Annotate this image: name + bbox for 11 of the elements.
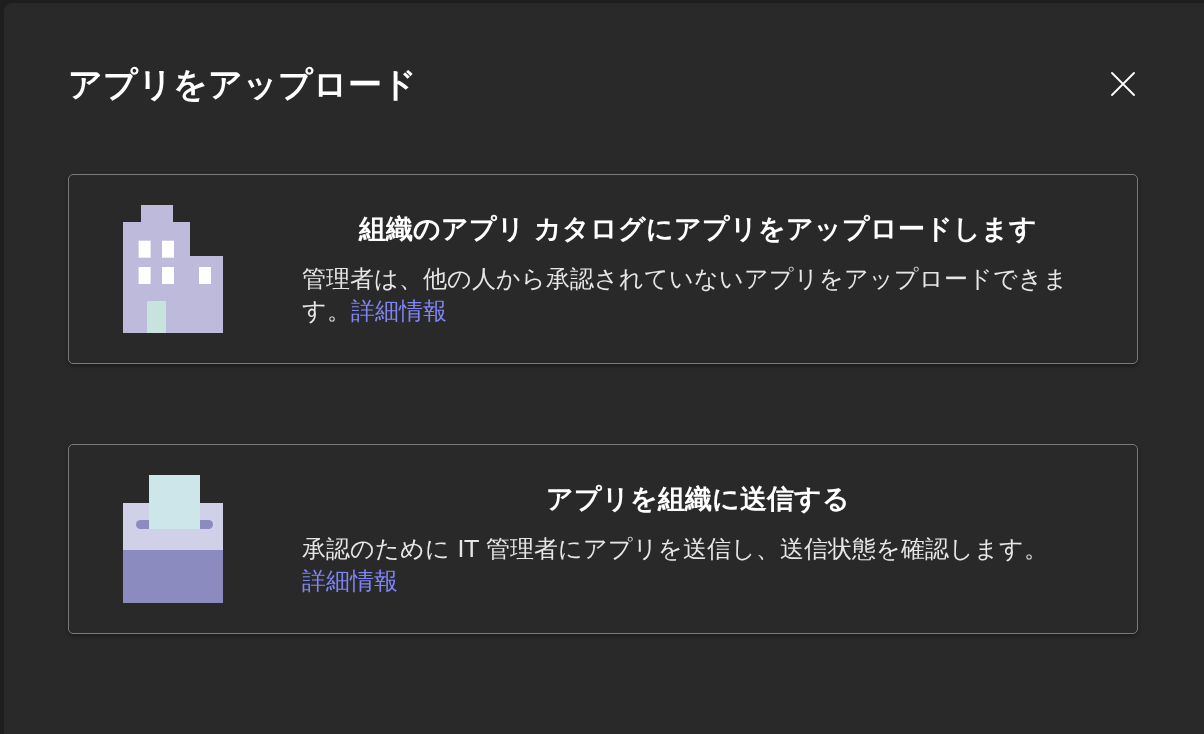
learn-more-link[interactable]: 詳細情報 <box>302 567 398 595</box>
upload-option-card[interactable]: アプリを組織に送信する 承認のために IT 管理者にアプリを送信し、送信状態を確認します。 詳細情報 <box>68 444 1138 634</box>
dialog-title: アプリをアップロード <box>68 64 417 104</box>
close-icon <box>1111 72 1135 96</box>
option-description: 承認のために IT 管理者にアプリを送信し、送信状態を確認します。 詳細情報 <box>302 534 1050 597</box>
option-description: 管理者は、他の人から承認されていないアプリをアップロードできます。詳細情報 <box>302 264 1069 327</box>
close-button[interactable] <box>1111 72 1135 96</box>
upload-option-card[interactable]: 組織のアプリ カタログにアプリをアップロードします 管理者は、他の人から承認されていないアプリをアップロードできます。詳細情報 <box>68 174 1138 364</box>
option-title: アプリを組織に送信する <box>545 482 851 516</box>
learn-more-link[interactable]: 詳細情報 <box>351 297 447 325</box>
option-title: 組織のアプリ カタログにアプリをアップロードします <box>357 212 1039 246</box>
